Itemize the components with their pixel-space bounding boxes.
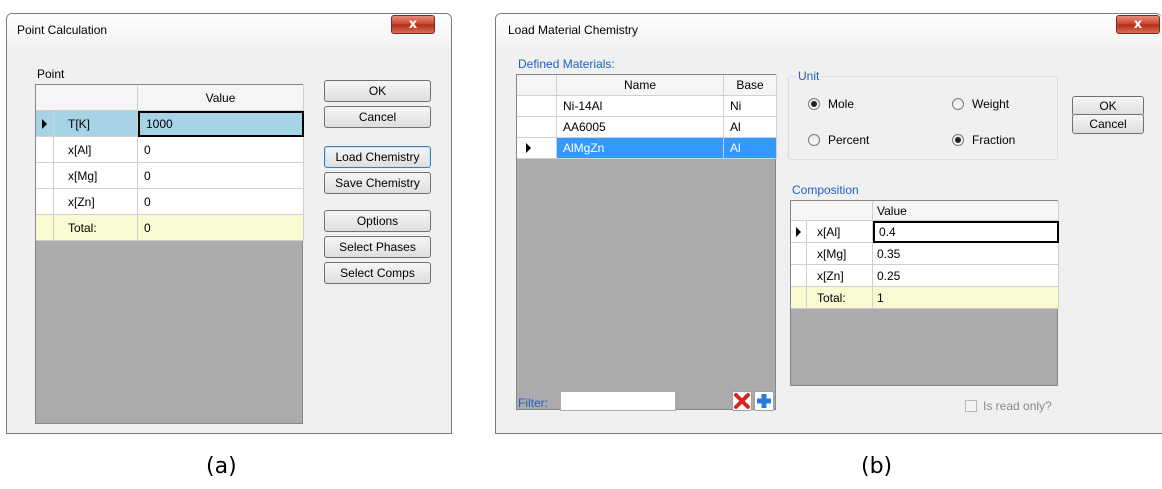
ok-button[interactable]: OK [324,80,431,102]
value-cell[interactable]: 0 [138,137,304,163]
composition-grid: Value x[Al] 0.4 x[Mg] 0.35 x[Zn] 0.25 To… [790,200,1059,386]
grid-row-temperature[interactable]: T[K] 1000 [36,111,304,137]
row-selector [36,163,54,189]
material-base: Al [724,138,777,159]
title-bar: Point Calculation x [7,14,451,46]
row-selector [36,137,54,163]
cancel-button[interactable]: Cancel [324,106,431,128]
grid-row-total: Total: 0 [36,215,304,241]
row-name: x[Zn] [807,265,873,287]
row-selector [791,265,807,287]
weight-label: Weight [972,97,1010,111]
row-selector [36,215,54,241]
delete-icon[interactable] [732,391,752,411]
material-name: AlMgZn [557,138,724,159]
material-base: Ni [724,96,777,117]
save-chemistry-button[interactable]: Save Chemistry [324,172,431,194]
unit-group-label: Unit [796,69,822,83]
grid-row-al[interactable]: x[Al] 0 [36,137,304,163]
value-cell[interactable]: 0.35 [873,243,1059,265]
ok-button[interactable]: OK [1072,96,1144,116]
fraction-radio[interactable] [952,134,964,146]
caption-b: (b) [861,454,893,479]
load-chemistry-button[interactable]: Load Chemistry [324,146,431,168]
composition-row-zn[interactable]: x[Zn] 0.25 [791,265,1059,287]
load-material-chemistry-dialog: Load Material Chemistry x Defined Materi… [495,13,1162,434]
select-comps-button[interactable]: Select Comps [324,262,431,284]
unit-group [788,76,1058,160]
caption-a: (a) [206,454,237,479]
select-phases-button[interactable]: Select Phases [324,236,431,258]
defined-materials-label: Defined Materials: [518,57,615,71]
composition-label: Composition [792,183,859,197]
grid-row-zn[interactable]: x[Zn] 0 [36,189,304,215]
material-name: AA6005 [557,117,724,138]
grid-header-row: Name Base [517,75,777,96]
percent-radio[interactable] [808,134,820,146]
add-icon[interactable] [754,391,774,411]
row-name: Total: [54,215,138,241]
filter-input[interactable] [560,391,676,411]
total-value-cell: 1 [873,287,1059,309]
materials-grid: Name Base Ni-14Al Ni AA6005 Al AlMgZn Al [516,74,777,410]
value-cell[interactable]: 0.25 [873,265,1059,287]
material-row[interactable]: Ni-14Al Ni [517,96,777,117]
row-selector [517,117,557,138]
filter-label: Filter: [518,396,548,410]
row-name: x[Mg] [807,243,873,265]
row-selector [791,243,807,265]
row-name: T[K] [54,111,138,137]
row-selector [517,96,557,117]
dialog-title: Load Material Chemistry [508,23,639,37]
options-button[interactable]: Options [324,210,431,232]
row-header-corner [517,75,557,96]
composition-row-mg[interactable]: x[Mg] 0.35 [791,243,1059,265]
read-only-checkbox [965,400,977,412]
value-column-header: Value [138,85,304,111]
mole-label: Mole [828,97,855,111]
current-row-arrow-icon [36,111,54,137]
material-name: Ni-14Al [557,96,724,117]
row-name: x[Al] [54,137,138,163]
dialog-title: Point Calculation [17,23,108,37]
material-row-selected[interactable]: AlMgZn Al [517,138,777,159]
point-calculation-dialog: Point Calculation x Point Value T[K] 100… [6,13,452,434]
row-name: Total: [807,287,873,309]
row-selector [36,189,54,215]
composition-row-total: Total: 1 [791,287,1059,309]
title-bar: Load Material Chemistry x [496,14,1162,46]
close-button[interactable]: x [391,15,435,34]
grid-header-row: Value [791,201,1059,221]
composition-row-al[interactable]: x[Al] 0.4 [791,221,1059,243]
row-header-corner [36,85,138,111]
name-column-header: Name [557,75,724,96]
fraction-label: Fraction [972,133,1016,147]
total-value-cell: 0 [138,215,304,241]
value-cell[interactable]: 0 [138,163,304,189]
grid-header-row: Value [36,85,304,111]
read-only-label: Is read only? [983,399,1052,413]
percent-label: Percent [828,133,870,147]
current-row-arrow-icon [517,138,557,159]
close-button[interactable]: x [1116,15,1160,34]
mole-radio[interactable] [808,98,820,110]
current-row-arrow-icon [791,221,807,243]
value-cell[interactable]: 0.4 [873,221,1059,243]
material-base: Al [724,117,777,138]
value-column-header: Value [873,201,1059,221]
row-selector [791,287,807,309]
weight-radio[interactable] [952,98,964,110]
base-column-header: Base [724,75,777,96]
row-header-corner [791,201,873,221]
point-group-label: Point [37,67,65,81]
value-cell[interactable]: 1000 [138,111,304,137]
material-row[interactable]: AA6005 Al [517,117,777,138]
cancel-button[interactable]: Cancel [1072,114,1144,134]
row-name: x[Al] [807,221,873,243]
point-grid: Value T[K] 1000 x[Al] 0 x[Mg] 0 x[Zn] 0 … [35,84,304,424]
row-name: x[Zn] [54,189,138,215]
value-cell[interactable]: 0 [138,189,304,215]
grid-row-mg[interactable]: x[Mg] 0 [36,163,304,189]
row-name: x[Mg] [54,163,138,189]
